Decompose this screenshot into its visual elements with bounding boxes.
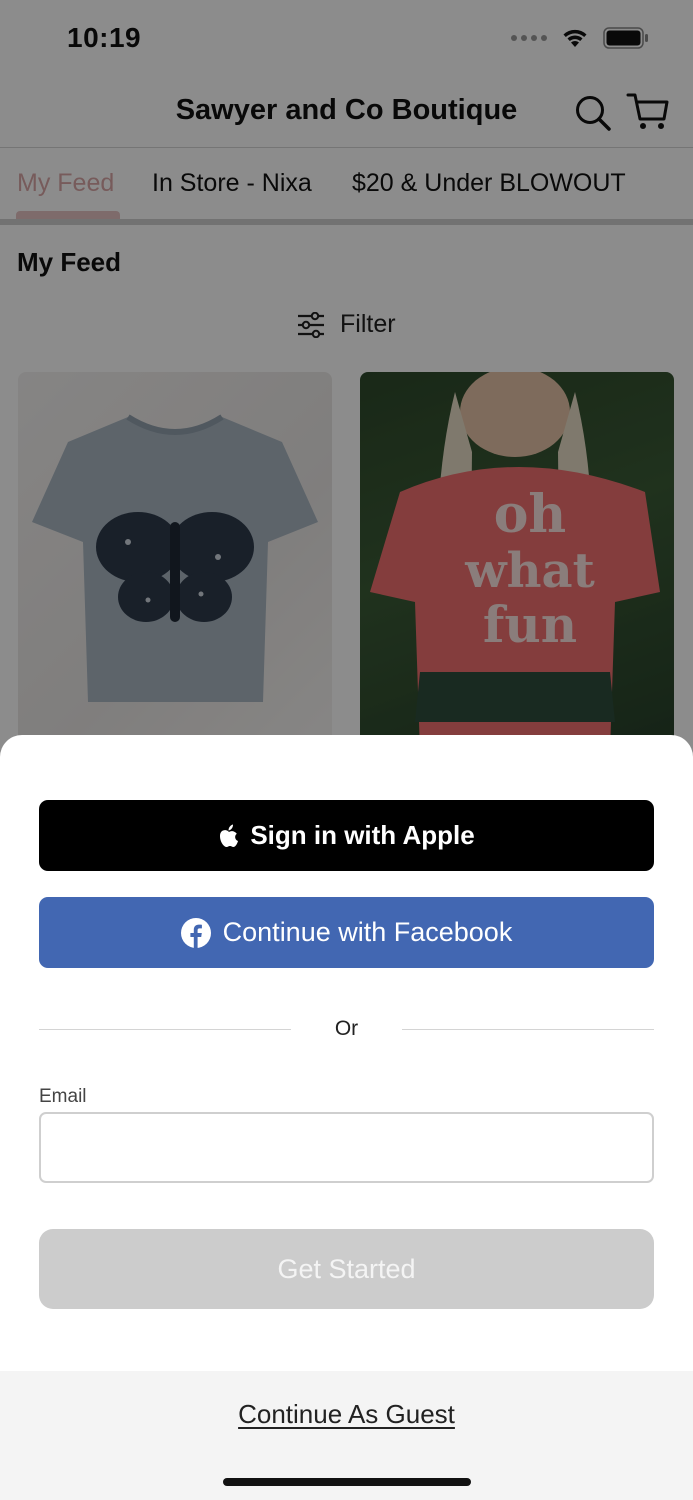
email-label: Email — [39, 1086, 87, 1107]
signin-sheet: Sign in with Apple Continue with Faceboo… — [0, 735, 693, 1500]
email-field[interactable] — [39, 1112, 654, 1183]
or-divider: Or — [39, 1017, 654, 1041]
facebook-button-label: Continue with Facebook — [222, 917, 513, 947]
continue-with-facebook-button[interactable]: Continue with Facebook — [39, 897, 654, 968]
continue-as-guest-link[interactable]: Continue As Guest — [0, 1399, 693, 1430]
apple-button-label: Sign in with Apple — [250, 820, 475, 850]
facebook-logo-icon — [180, 917, 211, 948]
guest-bar: Continue As Guest — [0, 1371, 693, 1500]
sign-in-with-apple-button[interactable]: Sign in with Apple — [39, 800, 654, 871]
home-indicator — [223, 1478, 471, 1486]
get-started-label: Get Started — [277, 1253, 416, 1284]
get-started-button[interactable]: Get Started — [39, 1229, 654, 1309]
apple-logo-icon — [220, 824, 239, 847]
divider-line-right — [402, 1029, 654, 1030]
